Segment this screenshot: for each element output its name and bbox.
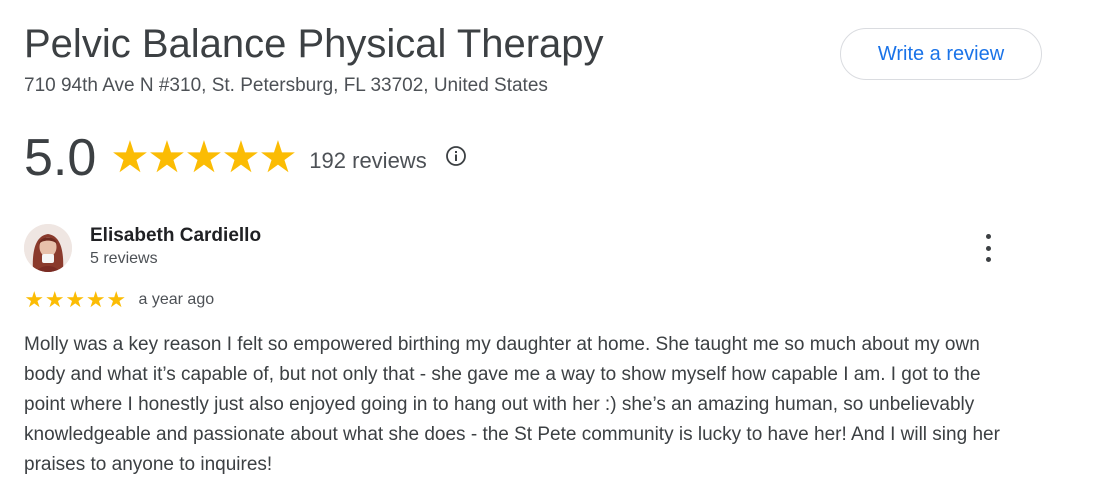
more-vert-icon[interactable] xyxy=(976,234,1000,262)
business-address: 710 94th Ave N #310, St. Petersburg, FL … xyxy=(24,75,548,96)
star-icon: ★ xyxy=(85,287,106,312)
more-dot xyxy=(985,245,991,251)
review-stars: ★ ★ ★ ★ ★ xyxy=(24,289,127,311)
star-icon: ★ xyxy=(258,133,298,182)
star-icon: ★ xyxy=(106,287,127,312)
business-title: Pelvic Balance Physical Therapy xyxy=(24,22,604,66)
reviewer-review-count: 5 reviews xyxy=(90,250,158,267)
star-icon: ★ xyxy=(44,287,65,312)
review-count: 192 reviews xyxy=(309,148,427,173)
star-icon: ★ xyxy=(147,133,187,182)
star-icon: ★ xyxy=(65,287,86,312)
average-rating: 5.0 xyxy=(24,129,97,187)
star-icon: ★ xyxy=(221,133,261,182)
star-icon: ★ xyxy=(110,133,150,182)
review-text: Molly was a key reason I felt so empower… xyxy=(24,334,1000,475)
more-dot xyxy=(985,257,991,262)
rating-summary: 5.0 ★ ★ ★ ★ ★ 192 reviews xyxy=(24,128,467,188)
review-rating: ★ ★ ★ ★ ★ a year ago xyxy=(24,288,214,312)
star-icon: ★ xyxy=(24,287,45,312)
review-date: a year ago xyxy=(138,291,215,308)
info-circle-icon[interactable] xyxy=(445,145,467,167)
avatar[interactable] xyxy=(24,224,72,272)
more-dot xyxy=(985,234,991,239)
reviewer-name[interactable]: Elisabeth Cardiello xyxy=(90,225,261,247)
rating-stars: ★ ★ ★ ★ ★ xyxy=(110,133,298,182)
star-icon: ★ xyxy=(184,133,224,182)
write-review-button[interactable]: Write a review xyxy=(840,28,1042,80)
